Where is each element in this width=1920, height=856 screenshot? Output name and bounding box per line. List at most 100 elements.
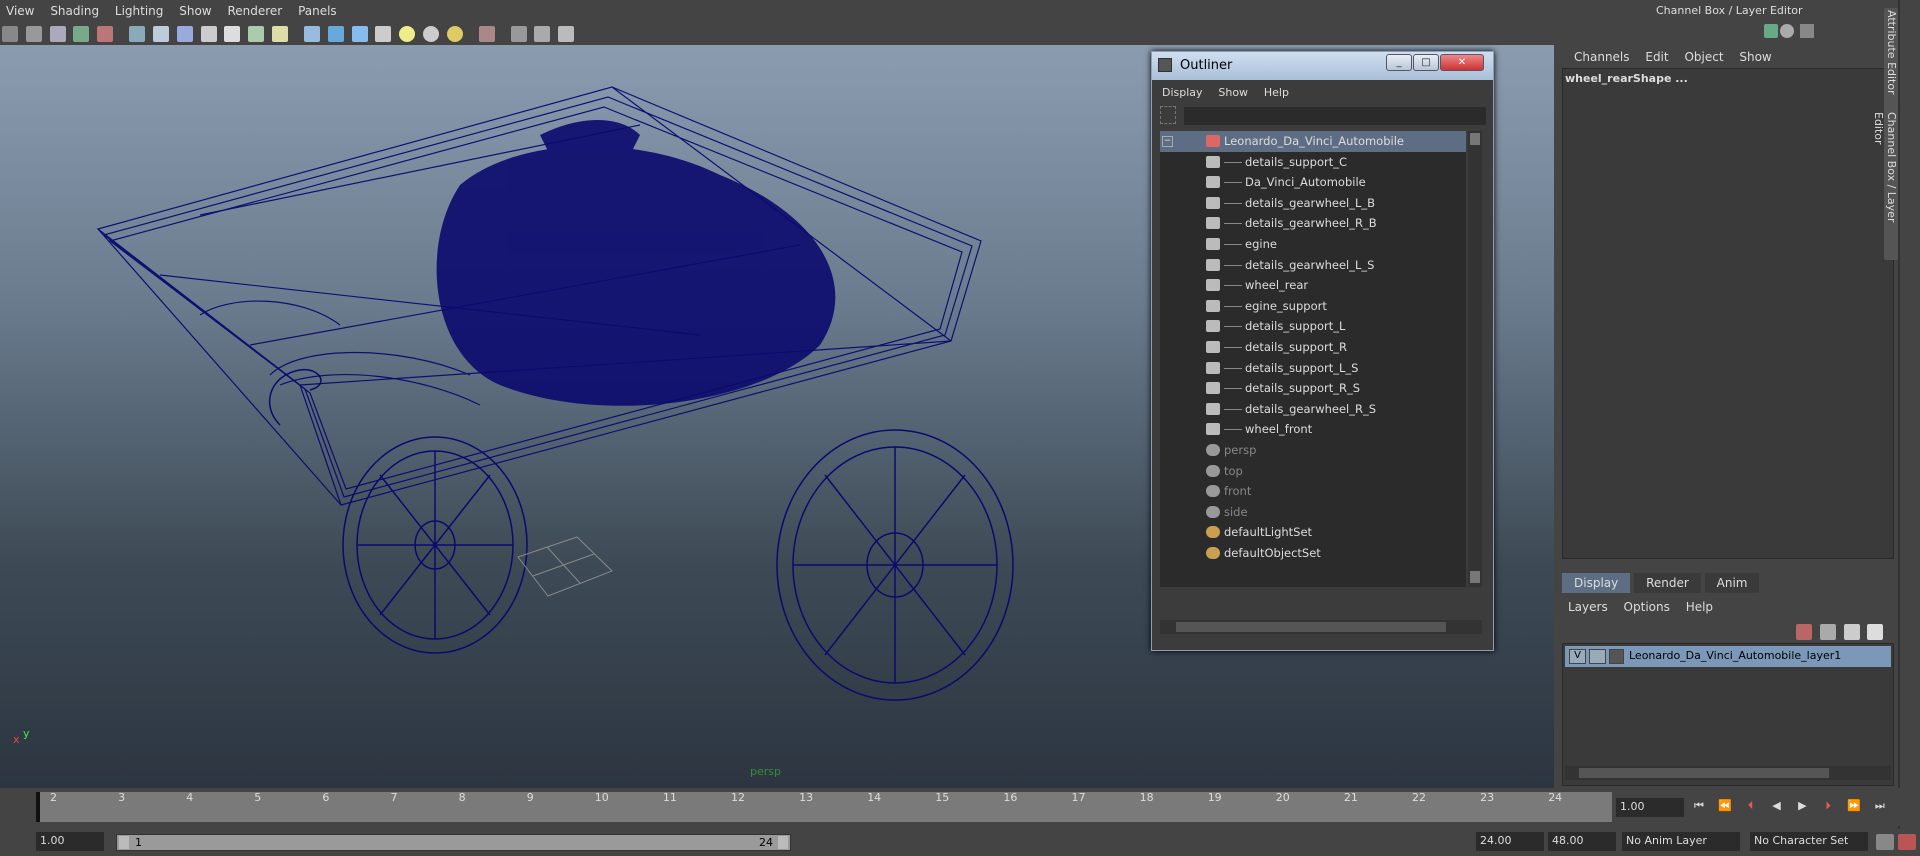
cb-menu-show[interactable]: Show (1733, 46, 1777, 68)
select-camera-icon[interactable] (2, 26, 18, 42)
xray-joints-icon[interactable] (534, 26, 551, 42)
selected-object-name[interactable]: wheel_rearShape ... (1563, 69, 1893, 88)
total-end-time-field[interactable]: 48.00 (1548, 832, 1616, 851)
hud-icon[interactable] (558, 26, 575, 42)
layer-menu-layers[interactable]: Layers (1562, 596, 1614, 618)
step-back-key-icon[interactable]: ⏪ (1714, 799, 1736, 817)
outliner-item[interactable]: details_gearwheel_R_S (1160, 399, 1466, 420)
new-layer-icon[interactable] (1843, 624, 1860, 640)
outliner-item[interactable]: egine_support (1160, 296, 1466, 317)
layer-name[interactable]: Leonardo_Da_Vinci_Automobile_layer1 (1629, 649, 1841, 662)
menu-show[interactable]: Show (173, 0, 217, 22)
outliner-item[interactable]: details_gearwheel_R_B (1160, 213, 1466, 234)
outliner-titlebar[interactable]: Outliner _ □ ✕ (1152, 52, 1493, 80)
outliner-item[interactable]: top (1160, 461, 1466, 482)
start-time-field[interactable]: 1.00 (36, 832, 104, 851)
new-layer-selected-icon[interactable] (1867, 624, 1884, 640)
outliner-search-input[interactable] (1184, 107, 1486, 125)
outliner-item[interactable]: details_gearwheel_L_S (1160, 255, 1466, 276)
time-slider[interactable]: 2 3 4 5 6 7 8 9 10 11 12 13 14 15 16 17 18 19 20 21 22 23 24 1… (0, 788, 1920, 826)
menu-shading[interactable]: Shading (44, 0, 105, 22)
layer-tab-display[interactable]: Display (1562, 573, 1631, 593)
step-forward-key-icon[interactable]: ⏩ (1843, 799, 1865, 817)
move-layer-down-icon[interactable] (1819, 624, 1836, 640)
scroll-down-icon[interactable] (1470, 571, 1480, 583)
go-to-start-icon[interactable]: ⏮ (1688, 799, 1710, 817)
bookmarks-icon[interactable] (49, 26, 66, 42)
go-to-end-icon[interactable]: ⏭ (1869, 799, 1891, 817)
lights-icon[interactable] (446, 26, 463, 42)
outliner-hscrollbar[interactable] (1160, 620, 1482, 634)
key-icon[interactable] (1876, 834, 1894, 850)
menu-renderer[interactable]: Renderer (221, 0, 288, 22)
layer-row[interactable]: V Leonardo_Da_Vinci_Automobile_layer1 (1565, 646, 1891, 667)
channel-box-tab[interactable]: Channel Box / Layer Editor (1872, 110, 1898, 260)
layer-hscrollbar[interactable] (1565, 766, 1891, 780)
outliner-item[interactable]: side (1160, 502, 1466, 523)
wireframe-icon[interactable] (303, 26, 320, 42)
isolate-select-icon[interactable] (478, 26, 495, 42)
gate-mask-icon[interactable] (200, 26, 217, 42)
outliner-item[interactable]: details_support_L_S (1160, 358, 1466, 379)
smooth-shade-icon[interactable] (327, 26, 344, 42)
minimize-button[interactable]: _ (1386, 54, 1412, 71)
range-slider[interactable]: 1 24 (116, 834, 791, 851)
outliner-item[interactable]: Da_Vinci_Automobile (1160, 172, 1466, 193)
current-frame-field[interactable]: 1.00 (1616, 798, 1684, 817)
outliner-menu-show[interactable]: Show (1212, 82, 1254, 103)
layer-type-toggle[interactable] (1589, 649, 1606, 664)
move-layer-up-icon[interactable] (1796, 624, 1812, 640)
layer-menu-options[interactable]: Options (1618, 596, 1676, 618)
textured-icon[interactable] (375, 26, 392, 42)
menu-lighting[interactable]: Lighting (109, 0, 170, 22)
outliner-item[interactable]: details_gearwheel_L_B (1160, 193, 1466, 214)
xray-icon[interactable] (510, 26, 527, 42)
outliner-item[interactable]: wheel_rear (1160, 275, 1466, 296)
outliner-item[interactable]: defaultLightSet (1160, 522, 1466, 543)
range-start-handle[interactable] (119, 836, 129, 849)
edit-icon[interactable] (1800, 24, 1814, 38)
outliner-item[interactable]: Leonardo_Da_Vinci_Automobile − (1160, 131, 1466, 152)
step-forward-frame-icon[interactable]: ⏵ (1817, 799, 1839, 817)
field-chart-icon[interactable] (224, 26, 241, 42)
layer-visibility-toggle[interactable]: V (1569, 649, 1586, 664)
safe-title-icon[interactable] (272, 26, 289, 42)
layer-menu-help[interactable]: Help (1680, 596, 1719, 618)
anim-layer-select[interactable]: No Anim Layer (1622, 832, 1740, 851)
shadows-icon[interactable] (423, 26, 440, 42)
outliner-item[interactable]: details_support_R (1160, 337, 1466, 358)
close-button[interactable]: ✕ (1440, 54, 1484, 71)
character-set-select[interactable]: No Character Set (1750, 832, 1868, 851)
outliner-menu-display[interactable]: Display (1156, 82, 1209, 103)
step-back-frame-icon[interactable]: ⏴ (1740, 799, 1762, 817)
outliner-item[interactable]: details_support_R_S (1160, 378, 1466, 399)
outliner-item[interactable]: wheel_front (1160, 419, 1466, 440)
lock-icon[interactable] (1780, 24, 1794, 38)
layer-hscroll-thumb[interactable] (1579, 768, 1829, 778)
grid-icon[interactable] (129, 26, 146, 42)
outliner-item[interactable]: persp (1160, 440, 1466, 461)
show-manip-icon[interactable] (1764, 24, 1778, 38)
collapse-icon[interactable]: − (1162, 136, 1173, 147)
outliner-window[interactable]: Outliner _ □ ✕ Display Show Help Leonard… (1151, 51, 1494, 651)
film-gate-icon[interactable] (152, 26, 169, 42)
hscroll-thumb[interactable] (1176, 622, 1446, 632)
image-plane-icon[interactable] (73, 26, 90, 42)
outliner-menu-help[interactable]: Help (1258, 82, 1295, 103)
safe-action-icon[interactable] (248, 26, 265, 42)
camera-attributes-icon[interactable] (25, 26, 42, 42)
menu-panels[interactable]: Panels (292, 0, 343, 22)
menu-view[interactable]: View (0, 0, 40, 22)
outliner-item[interactable]: details_support_C (1160, 152, 1466, 173)
two-d-pan-icon[interactable] (97, 26, 114, 42)
layer-color-swatch[interactable] (1609, 649, 1624, 664)
cb-menu-edit[interactable]: Edit (1639, 46, 1674, 68)
outliner-item[interactable]: egine (1160, 234, 1466, 255)
layer-tab-render[interactable]: Render (1634, 573, 1701, 593)
layer-tab-anim[interactable]: Anim (1704, 573, 1760, 593)
cb-menu-channels[interactable]: Channels (1568, 46, 1636, 68)
preferences-icon[interactable] (1898, 834, 1916, 850)
range-end-handle[interactable] (778, 836, 788, 849)
maximize-button[interactable]: □ (1413, 54, 1439, 71)
scroll-up-icon[interactable] (1470, 133, 1480, 145)
